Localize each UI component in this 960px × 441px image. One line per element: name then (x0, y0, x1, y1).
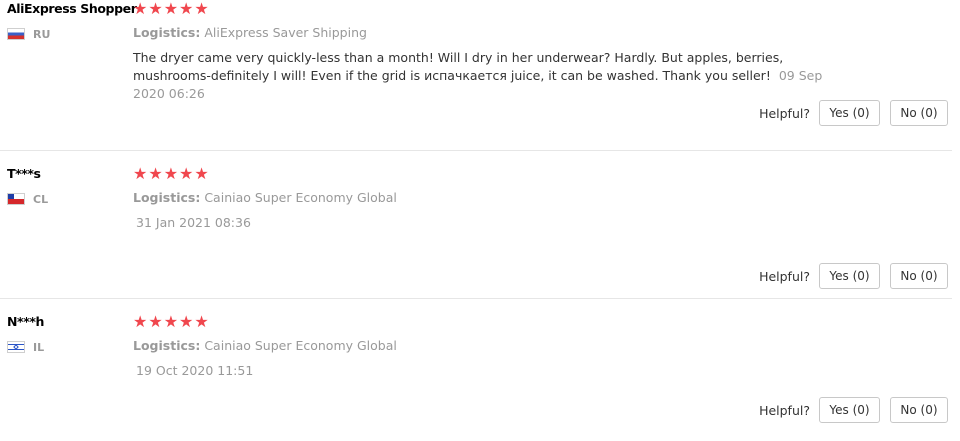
reviewer-name: T***s (7, 166, 41, 181)
helpful-no-button[interactable]: No (0) (890, 397, 948, 423)
logistics-info: Logistics: Cainiao Super Economy Global (133, 190, 397, 205)
review-body: The dryer came very quickly-less than a … (133, 50, 784, 83)
helpful-label: Helpful? (759, 105, 810, 121)
flag-cl-icon (7, 193, 25, 205)
review-item: T***s CL ★★★★★ Logistics: Cainiao Super … (0, 151, 952, 299)
reviewer-name: AliExpress Shopper (7, 1, 137, 16)
review-date: 19 Oct 2020 11:51 (136, 363, 254, 378)
review-item: AliExpress Shopper RU ★★★★★ Logistics: A… (0, 0, 952, 151)
logistics-value: Cainiao Super Economy Global (204, 190, 397, 205)
review-date: 31 Jan 2021 08:36 (136, 215, 251, 230)
country-code: RU (33, 27, 51, 41)
reviewer-country: CL (7, 192, 48, 206)
logistics-value: AliExpress Saver Shipping (204, 25, 367, 40)
logistics-label: Logistics: (133, 190, 201, 205)
review-item: N***h IL ★★★★★ Logistics: Cainiao Super … (0, 299, 952, 441)
review-text: The dryer came very quickly-less than a … (133, 49, 858, 103)
country-code: IL (33, 340, 45, 354)
logistics-label: Logistics: (133, 25, 201, 40)
helpful-yes-button[interactable]: Yes (0) (819, 263, 880, 289)
logistics-value: Cainiao Super Economy Global (204, 338, 397, 353)
helpful-yes-button[interactable]: Yes (0) (819, 100, 880, 126)
star-rating: ★★★★★ (133, 164, 210, 183)
helpful-label: Helpful? (759, 268, 810, 284)
helpful-no-button[interactable]: No (0) (890, 263, 948, 289)
helpful-label: Helpful? (759, 402, 810, 418)
helpful-controls: Helpful? Yes (0) No (0) (759, 100, 948, 126)
reviewer-country: RU (7, 27, 50, 41)
logistics-info: Logistics: Cainiao Super Economy Global (133, 338, 397, 353)
reviewer-country: IL (7, 340, 44, 354)
country-code: CL (33, 192, 49, 206)
reviewer-name: N***h (7, 314, 44, 329)
star-rating: ★★★★★ (133, 0, 210, 18)
flag-il-icon (7, 341, 25, 353)
star-rating: ★★★★★ (133, 312, 210, 331)
logistics-info: Logistics: AliExpress Saver Shipping (133, 25, 367, 40)
flag-ru-icon (7, 28, 25, 40)
helpful-yes-button[interactable]: Yes (0) (819, 397, 880, 423)
logistics-label: Logistics: (133, 338, 201, 353)
helpful-controls: Helpful? Yes (0) No (0) (759, 263, 948, 289)
helpful-no-button[interactable]: No (0) (890, 100, 948, 126)
helpful-controls: Helpful? Yes (0) No (0) (759, 397, 948, 423)
